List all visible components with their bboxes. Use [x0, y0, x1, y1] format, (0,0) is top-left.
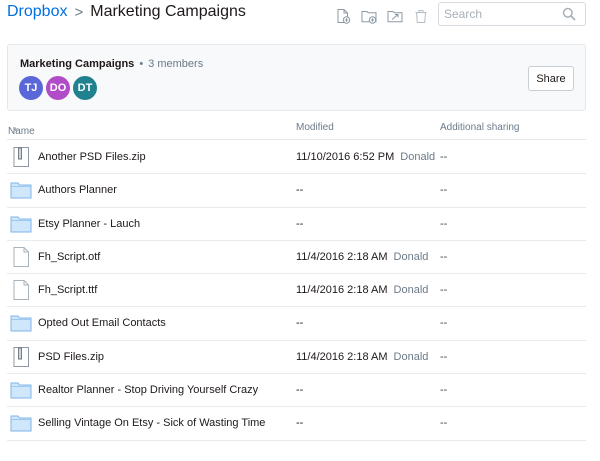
additional-sharing: --	[440, 250, 448, 263]
modified-date: 11/4/2016 2:18 AM	[296, 284, 388, 297]
modified-date: 11/4/2016 2:18 AM	[296, 350, 388, 363]
column-header-modified[interactable]: Modified	[296, 122, 334, 133]
table-row[interactable]: Fh_Script.ttf 11/4/2016 2:18 AM Donald --	[7, 274, 586, 308]
modified-by: Donald	[393, 284, 429, 297]
file-name[interactable]: Realtor Planner - Stop Driving Yourself …	[38, 384, 258, 396]
modified-by: Donald	[400, 151, 436, 163]
new-file-icon[interactable]	[334, 7, 352, 25]
additional-sharing: --	[440, 184, 448, 197]
page-title: Marketing Campaigns	[90, 3, 246, 20]
column-header-sharing: Additional sharing	[440, 122, 520, 133]
member-avatars: TJ DO DT	[19, 76, 97, 100]
chevron-right-icon: >	[74, 3, 84, 21]
file-name[interactable]: Selling Vintage On Etsy - Sick of Wastin…	[38, 417, 265, 429]
table-row[interactable]: Realtor Planner - Stop Driving Yourself …	[7, 374, 586, 408]
modified-date: 11/10/2016 6:52 PM	[296, 151, 395, 163]
breadcrumb: Dropbox > Marketing Campaigns	[7, 3, 246, 21]
search-icon[interactable]	[562, 7, 576, 21]
member-count: 3 members	[148, 58, 204, 70]
file-modified: --	[296, 218, 309, 230]
modified-date: --	[296, 217, 304, 230]
toolbar	[334, 7, 430, 25]
additional-sharing: --	[440, 417, 448, 430]
search-box	[438, 2, 586, 26]
table-row[interactable]: PSD Files.zip 11/4/2016 2:18 AM Donald --	[7, 341, 586, 375]
file-name[interactable]: Fh_Script.otf	[38, 251, 100, 263]
file-modified: --	[296, 184, 309, 196]
breadcrumb-root-link[interactable]: Dropbox	[7, 3, 67, 21]
file-modified: 11/4/2016 2:18 AM Donald	[296, 351, 428, 363]
folder-icon	[10, 413, 32, 433]
modified-by: Donald	[393, 250, 429, 263]
table-row[interactable]: Another PSD Files.zip 11/10/2016 6:52 PM…	[7, 141, 586, 175]
new-folder-icon[interactable]	[360, 7, 378, 25]
table-row[interactable]: Opted Out Email Contacts -- --	[7, 307, 586, 341]
top-bar: Dropbox > Marketing Campaigns	[0, 0, 600, 30]
avatar[interactable]: DO	[46, 76, 70, 100]
additional-sharing: --	[440, 384, 448, 397]
file-modified: --	[296, 417, 309, 429]
file-modified: --	[296, 317, 309, 329]
team-name: Marketing Campaigns	[20, 58, 135, 70]
file-list: Another PSD Files.zip 11/10/2016 6:52 PM…	[7, 141, 586, 441]
search-input[interactable]	[444, 6, 556, 22]
folder-icon	[10, 180, 32, 200]
modified-date: --	[296, 417, 304, 430]
upload-folder-icon[interactable]	[386, 7, 404, 25]
modified-date: --	[296, 384, 304, 397]
zip-file-icon	[10, 147, 32, 167]
trash-icon[interactable]	[412, 7, 430, 25]
folder-icon	[10, 214, 32, 234]
share-button[interactable]: Share	[528, 66, 574, 91]
modified-date: --	[296, 184, 304, 197]
modified-by: Donald	[393, 350, 429, 363]
table-row[interactable]: Fh_Script.otf 11/4/2016 2:18 AM Donald --	[7, 241, 586, 275]
modified-date: 11/4/2016 2:18 AM	[296, 250, 388, 263]
table-row[interactable]: Etsy Planner - Lauch -- --	[7, 208, 586, 241]
avatar[interactable]: TJ	[19, 76, 43, 100]
sort-ascending-icon[interactable]: ▲	[12, 126, 19, 133]
file-modified: 11/4/2016 2:18 AM Donald	[296, 284, 428, 296]
file-name[interactable]: Opted Out Email Contacts	[38, 317, 166, 329]
file-icon	[10, 280, 32, 301]
team-info: Marketing Campaigns • 3 members	[20, 58, 203, 70]
additional-sharing: --	[440, 284, 448, 297]
additional-sharing: --	[440, 317, 448, 330]
additional-sharing: --	[440, 217, 448, 230]
bullet-separator: •	[139, 58, 144, 70]
file-name[interactable]: Fh_Script.ttf	[38, 284, 97, 296]
file-icon	[10, 246, 32, 267]
additional-sharing: --	[440, 151, 448, 163]
file-modified: 11/10/2016 6:52 PM Donald	[296, 151, 435, 163]
file-name[interactable]: Authors Planner	[38, 184, 117, 196]
table-row[interactable]: Selling Vintage On Etsy - Sick of Wastin…	[7, 407, 586, 441]
folder-icon	[10, 313, 32, 333]
modified-date: --	[296, 317, 304, 330]
file-modified: --	[296, 384, 309, 396]
table-row[interactable]: Authors Planner -- --	[7, 174, 586, 208]
file-name[interactable]: PSD Files.zip	[38, 351, 104, 363]
file-modified: 11/4/2016 2:18 AM Donald	[296, 251, 428, 263]
folder-icon	[10, 380, 32, 400]
team-panel: Marketing Campaigns • 3 members TJ DO DT S…	[7, 44, 586, 111]
avatar[interactable]: DT	[73, 76, 97, 100]
additional-sharing: --	[440, 350, 448, 363]
file-name[interactable]: Another PSD Files.zip	[38, 151, 146, 163]
zip-file-icon	[10, 346, 32, 367]
file-name[interactable]: Etsy Planner - Lauch	[38, 218, 140, 230]
table-header: Name ▲ Modified Additional sharing	[7, 118, 586, 140]
